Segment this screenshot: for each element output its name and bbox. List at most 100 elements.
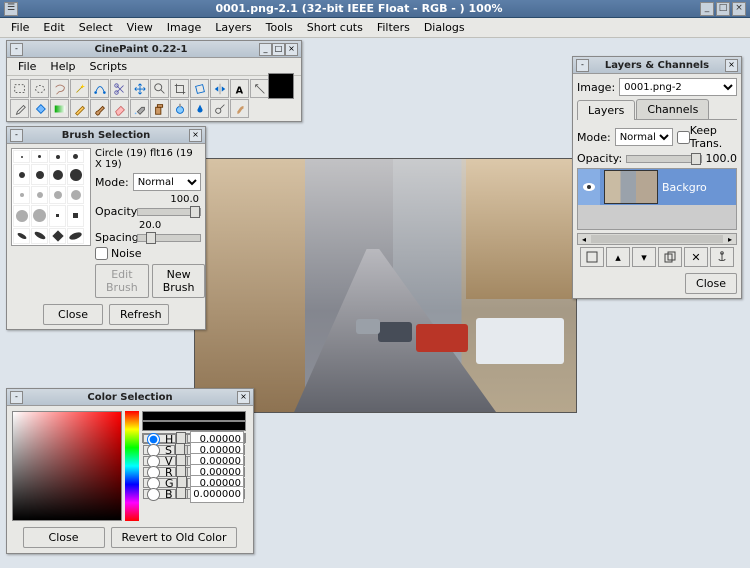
measure-tool[interactable] [250, 79, 269, 98]
tab-layers[interactable]: Layers [577, 100, 635, 120]
anchor-layer-button[interactable] [710, 247, 734, 267]
magic-wand-tool[interactable] [70, 79, 89, 98]
maximize-icon[interactable]: □ [272, 43, 285, 56]
smudge-tool[interactable] [230, 99, 249, 118]
pencil-tool[interactable] [70, 99, 89, 118]
brush-opacity-value: 100.0 [95, 194, 201, 205]
window-menu-icon[interactable]: - [10, 391, 23, 404]
crop-tool[interactable] [170, 79, 189, 98]
layer-row[interactable]: Backgro [578, 169, 736, 205]
layer-thumbnail [604, 170, 658, 204]
eyedropper-tool[interactable] [10, 99, 29, 118]
lasso-tool[interactable] [50, 79, 69, 98]
menu-file[interactable]: File [4, 19, 36, 36]
duplicate-layer-button[interactable] [658, 247, 682, 267]
menu-help[interactable]: Help [43, 58, 82, 75]
brush-selection-window: - Brush Selection × Circl [6, 126, 206, 330]
transform-tool[interactable] [190, 79, 209, 98]
layer-list[interactable]: Backgro [577, 168, 737, 230]
brush-close-button[interactable]: Close [43, 304, 103, 325]
close-icon[interactable]: × [237, 391, 250, 404]
close-icon[interactable]: × [285, 43, 298, 56]
dodge-tool[interactable] [210, 99, 229, 118]
new-brush-button[interactable]: New Brush [152, 264, 205, 298]
minimize-icon[interactable]: _ [259, 43, 272, 56]
visibility-eye-icon[interactable] [578, 169, 600, 205]
scissors-tool[interactable] [110, 79, 129, 98]
channel-radio-B[interactable] [147, 488, 160, 501]
hue-slider[interactable] [125, 411, 139, 521]
window-menu-icon[interactable]: - [576, 59, 589, 72]
layer-mode-select[interactable]: Normal [615, 128, 673, 146]
brush-grid[interactable] [11, 148, 91, 246]
minimize-icon[interactable]: _ [700, 2, 714, 16]
brush-refresh-button[interactable]: Refresh [109, 304, 169, 325]
lower-layer-button[interactable]: ▾ [632, 247, 656, 267]
menu-select[interactable]: Select [72, 19, 120, 36]
scroll-right-icon[interactable]: ▸ [724, 235, 736, 244]
blend-tool[interactable] [50, 99, 69, 118]
sv-picker[interactable] [12, 411, 122, 521]
keep-trans-check[interactable]: Keep Trans. [677, 124, 737, 150]
layers-titlebar: - Layers & Channels × [573, 57, 741, 74]
layer-action-buttons: ▴ ▾ ✕ [577, 245, 737, 269]
brush-mode-select[interactable]: Normal [133, 173, 201, 191]
menu-dialogs[interactable]: Dialogs [417, 19, 472, 36]
channel-value-B[interactable] [190, 486, 244, 503]
menu-scripts[interactable]: Scripts [83, 58, 135, 75]
bucket-tool[interactable] [30, 99, 49, 118]
zoom-tool[interactable] [150, 79, 169, 98]
menu-view[interactable]: View [120, 19, 160, 36]
hscrollbar[interactable] [591, 235, 723, 243]
brush-spacing-value: 20.0 [95, 220, 201, 231]
text-tool[interactable]: A [230, 79, 249, 98]
image-canvas[interactable] [194, 158, 577, 413]
window-menu-icon[interactable]: - [10, 129, 23, 142]
menu-edit[interactable]: Edit [36, 19, 71, 36]
ink-tool[interactable] [190, 99, 209, 118]
brush-tool[interactable] [90, 99, 109, 118]
channel-slider-B[interactable] [175, 489, 188, 499]
menu-tools[interactable]: Tools [259, 19, 300, 36]
color-swatch[interactable] [270, 79, 289, 98]
menu-filters[interactable]: Filters [370, 19, 417, 36]
bezier-tool[interactable] [90, 79, 109, 98]
rect-select-tool[interactable] [10, 79, 29, 98]
move-tool[interactable] [130, 79, 149, 98]
close-icon[interactable]: × [725, 59, 738, 72]
close-icon[interactable]: × [189, 129, 202, 142]
clone-tool[interactable] [150, 99, 169, 118]
keep-trans-checkbox[interactable] [677, 131, 690, 144]
color-selection-window: - Color Selection × HSVRGB Close Revert … [6, 388, 254, 554]
svg-text:A: A [235, 85, 243, 96]
tab-channels[interactable]: Channels [636, 99, 709, 119]
menu-file[interactable]: File [11, 58, 43, 75]
flip-tool[interactable] [210, 79, 229, 98]
airbrush-tool[interactable] [130, 99, 149, 118]
layers-close-button[interactable]: Close [685, 273, 737, 294]
delete-layer-button[interactable]: ✕ [684, 247, 708, 267]
menu-shortcuts[interactable]: Short cuts [300, 19, 370, 36]
window-menu-icon[interactable]: - [10, 43, 23, 56]
close-icon[interactable]: × [732, 2, 746, 16]
brush-opacity-slider[interactable] [137, 208, 201, 216]
brush-spacing-slider[interactable] [137, 234, 201, 242]
scene-decor [378, 322, 412, 342]
maximize-icon[interactable]: □ [716, 2, 730, 16]
new-layer-button[interactable] [580, 247, 604, 267]
noise-checkbox[interactable] [95, 247, 108, 260]
menu-image[interactable]: Image [160, 19, 208, 36]
image-select[interactable]: 0001.png-2 [619, 78, 737, 96]
menu-layers[interactable]: Layers [208, 19, 258, 36]
color-close-button[interactable]: Close [23, 527, 105, 548]
scroll-left-icon[interactable]: ◂ [578, 235, 590, 244]
eraser-tool[interactable] [110, 99, 129, 118]
window-menu-icon[interactable]: ☰ [4, 2, 18, 16]
brush-mode-label: Mode: [95, 176, 129, 189]
layer-opacity-slider[interactable] [626, 155, 701, 163]
brush-noise-check[interactable]: Noise [95, 247, 201, 260]
ellipse-select-tool[interactable] [30, 79, 49, 98]
revert-button[interactable]: Revert to Old Color [111, 527, 238, 548]
convolve-tool[interactable] [170, 99, 189, 118]
raise-layer-button[interactable]: ▴ [606, 247, 630, 267]
